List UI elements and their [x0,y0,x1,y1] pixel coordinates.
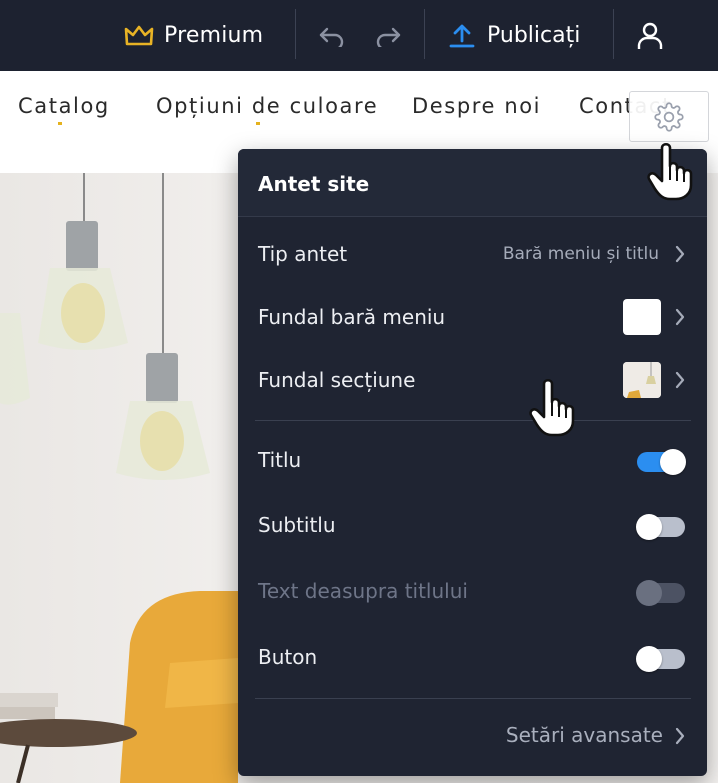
toolbar-divider [424,9,425,59]
header-type-label: Tip antet [258,242,348,266]
hand-pointer-cursor [647,142,693,201]
chevron-right-icon [675,727,685,745]
panel-title: Antet site [258,172,370,196]
undo-button[interactable] [318,0,346,71]
publish-label: Publicați [487,23,581,48]
crown-icon [124,25,154,45]
button-toggle-row: Buton [238,635,707,679]
redo-button[interactable] [374,0,402,71]
nav-item-catalog[interactable]: Catalog [18,94,110,118]
nav-accent-mark [58,122,62,125]
title-toggle-row: Titlu [238,438,707,482]
panel-divider [255,698,691,699]
toolbar-divider [613,9,614,59]
toolbar-divider [295,9,296,59]
chevron-right-icon [675,371,685,389]
premium-label: Premium [164,23,264,48]
menu-bar-background-label: Fundal bară meniu [258,305,446,329]
header-type-value: Bară meniu și titlu [502,244,659,264]
panel-header: Antet site [238,149,707,217]
subtitle-toggle[interactable] [636,514,685,540]
toggle-knob [636,514,662,540]
chevron-right-icon [675,308,685,326]
upload-icon [449,24,475,47]
button-toggle[interactable] [636,646,685,672]
title-toggle-label: Titlu [258,448,302,472]
menu-bar-color-swatch[interactable] [623,299,661,335]
toggle-knob [636,646,662,672]
redo-icon [376,27,401,47]
text-above-title-label: Text deasupra titlului [258,579,468,603]
text-above-title-toggle [636,580,685,606]
premium-button[interactable]: Premium [124,0,263,71]
menu-bar-background-row[interactable]: Fundal bară meniu [238,295,707,339]
chevron-right-icon [675,245,685,263]
advanced-settings-label: Setări avansate [505,723,663,747]
advanced-settings-link[interactable]: Setări avansate [238,715,707,755]
header-type-row[interactable]: Tip antet Bară meniu și titlu [238,232,707,276]
account-button[interactable] [637,0,663,71]
gear-icon [654,101,684,132]
subtitle-toggle-row: Subtitlu [238,503,707,547]
undo-icon [319,27,344,47]
section-background-thumbnail[interactable] [623,362,661,398]
editor-toolbar: Premium Publicați [0,0,718,71]
nav-item-about[interactable]: Despre noi [412,94,541,118]
section-thumbnail-image [623,362,661,398]
title-toggle[interactable] [637,449,686,475]
user-icon [637,22,663,49]
text-above-title-toggle-row: Text deasupra titlului [238,569,707,613]
nav-item-color-options[interactable]: Opțiuni de culoare [156,94,378,118]
publish-button[interactable]: Publicați [449,0,580,71]
button-toggle-label: Buton [258,645,318,669]
header-settings-button[interactable] [629,91,709,142]
panel-divider [255,420,691,421]
section-background-row[interactable]: Fundal secțiune [238,358,707,402]
section-background-label: Fundal secțiune [258,368,416,392]
header-settings-panel: Antet site Tip antet Bară meniu și titlu… [238,149,707,776]
nav-accent-mark [256,122,260,125]
subtitle-toggle-label: Subtitlu [258,513,336,537]
hand-pointer-cursor [529,378,575,437]
toggle-knob [636,580,662,606]
toggle-knob [660,449,686,475]
